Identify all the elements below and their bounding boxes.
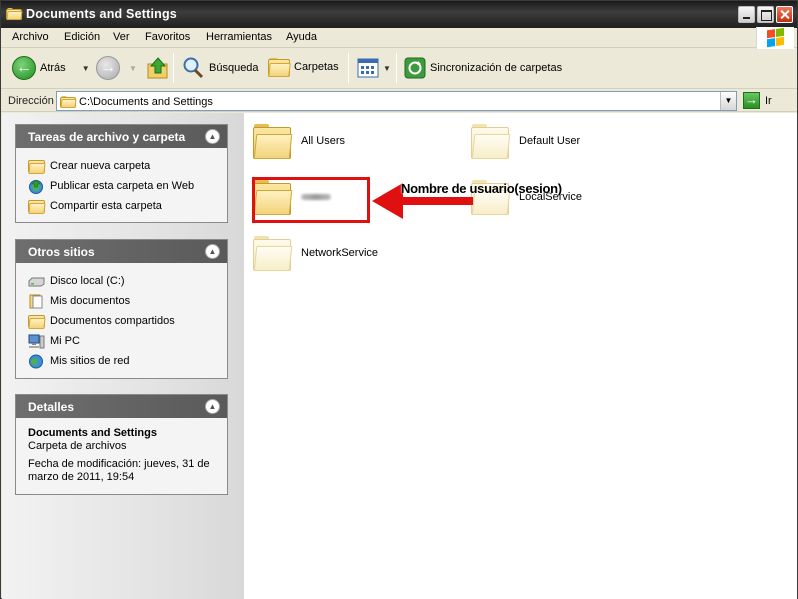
views-button[interactable]: ▼ bbox=[357, 58, 391, 78]
folder-icon bbox=[60, 95, 77, 108]
menu-edicion[interactable]: Edición bbox=[64, 31, 100, 43]
toolbar: ← Atrás ▼ → ▼ Búsqueda Carpetas ▼ Sincro… bbox=[1, 49, 797, 89]
close-button[interactable] bbox=[776, 6, 793, 23]
up-folder-button[interactable] bbox=[146, 56, 170, 80]
explorer-window: Documents and Settings Archivo Edición V… bbox=[0, 0, 798, 599]
panel-header[interactable]: Detalles ▲ bbox=[16, 395, 227, 418]
details-name: Documents and Settings bbox=[28, 427, 157, 439]
folder-icon bbox=[253, 123, 293, 159]
details-modified: Fecha de modificación: jueves, 31 de mar… bbox=[28, 458, 210, 483]
folder-icon bbox=[6, 7, 23, 20]
new-folder-icon bbox=[28, 159, 46, 174]
search-icon bbox=[183, 57, 204, 79]
views-icon bbox=[357, 58, 379, 78]
panel-header[interactable]: Otros sitios ▲ bbox=[16, 240, 227, 263]
menu-ayuda[interactable]: Ayuda bbox=[286, 31, 317, 43]
back-button[interactable]: ← Atrás ▼ bbox=[12, 56, 90, 80]
views-dropdown-icon[interactable]: ▼ bbox=[383, 64, 391, 73]
window-title: Documents and Settings bbox=[26, 7, 177, 21]
minimize-button[interactable] bbox=[738, 6, 755, 23]
search-label: Búsqueda bbox=[209, 62, 259, 74]
hard-drive-icon bbox=[28, 277, 45, 286]
shared-documents-icon bbox=[28, 314, 46, 329]
sync-icon bbox=[404, 57, 426, 79]
menu-bar: Archivo Edición Ver Favoritos Herramient… bbox=[1, 28, 797, 48]
folders-label: Carpetas bbox=[294, 61, 339, 73]
place-my-pc[interactable]: Mi PC bbox=[28, 331, 215, 351]
windows-logo-icon bbox=[756, 27, 794, 49]
place-label: Disco local (C:) bbox=[50, 275, 125, 287]
menu-ver[interactable]: Ver bbox=[113, 31, 130, 43]
chevron-up-icon[interactable]: ▲ bbox=[205, 244, 220, 259]
up-folder-icon bbox=[147, 57, 168, 79]
file-folder-tasks-panel: Tareas de archivo y carpeta ▲ Crear nuev… bbox=[15, 124, 228, 223]
details-panel: Detalles ▲ Documents and Settings Carpet… bbox=[15, 394, 228, 495]
publish-web-icon bbox=[29, 179, 43, 194]
menu-favoritos[interactable]: Favoritos bbox=[145, 31, 190, 43]
task-pane: Tareas de archivo y carpeta ▲ Crear nuev… bbox=[2, 113, 244, 599]
folder-icon bbox=[471, 123, 511, 159]
task-new-folder[interactable]: Crear nueva carpeta bbox=[28, 156, 215, 176]
sync-folders-button[interactable]: Sincronización de carpetas bbox=[404, 57, 562, 79]
place-label: Documentos compartidos bbox=[50, 315, 175, 327]
chevron-up-icon[interactable]: ▲ bbox=[205, 399, 220, 414]
menu-archivo[interactable]: Archivo bbox=[12, 31, 49, 43]
place-shared-documents[interactable]: Documentos compartidos bbox=[28, 311, 215, 331]
forward-arrow-icon: → bbox=[96, 56, 120, 80]
address-bar: Dirección C:\Documents and Settings ▼ → … bbox=[1, 90, 797, 112]
address-input[interactable]: C:\Documents and Settings ▼ bbox=[56, 91, 737, 111]
place-network[interactable]: Mis sitios de red bbox=[28, 351, 215, 371]
back-arrow-icon: ← bbox=[12, 56, 36, 80]
task-label: Compartir esta carpeta bbox=[50, 200, 162, 212]
folder-label: NetworkService bbox=[301, 247, 379, 259]
folder-icon bbox=[253, 235, 293, 271]
menu-herramientas[interactable]: Herramientas bbox=[206, 31, 272, 43]
task-label: Publicar esta carpeta en Web bbox=[50, 180, 195, 192]
folder-all-users[interactable]: All Users bbox=[253, 123, 345, 159]
folder-label: Default User bbox=[519, 135, 581, 147]
folders-icon bbox=[268, 57, 291, 77]
place-label: Mis sitios de red bbox=[50, 355, 130, 367]
details-type: Carpeta de archivos bbox=[28, 440, 127, 452]
place-my-documents[interactable]: Mis documentos bbox=[28, 291, 215, 311]
my-documents-icon bbox=[29, 294, 43, 308]
address-dropdown-icon[interactable]: ▼ bbox=[720, 92, 736, 110]
task-share-folder[interactable]: Compartir esta carpeta bbox=[28, 196, 215, 216]
place-label: Mi PC bbox=[50, 335, 80, 347]
folder-default-user[interactable]: Default User bbox=[471, 123, 580, 159]
computer-icon bbox=[28, 334, 45, 348]
panel-title: Detalles bbox=[28, 400, 75, 414]
share-folder-icon bbox=[28, 199, 46, 214]
panel-title: Tareas de archivo y carpeta bbox=[28, 130, 186, 144]
other-places-panel: Otros sitios ▲ Disco local (C:) Mis docu… bbox=[15, 239, 228, 379]
folder-network-service[interactable]: NetworkService bbox=[253, 235, 378, 271]
panel-title: Otros sitios bbox=[28, 245, 95, 259]
back-label: Atrás bbox=[40, 62, 66, 74]
go-label: Ir bbox=[765, 94, 772, 107]
go-button[interactable]: → Ir bbox=[743, 92, 772, 109]
address-label: Dirección bbox=[8, 95, 54, 107]
go-arrow-icon: → bbox=[743, 92, 760, 109]
folders-button[interactable]: Carpetas bbox=[268, 57, 339, 77]
forward-button[interactable]: → ▼ bbox=[96, 56, 137, 80]
network-globe-icon bbox=[29, 354, 43, 368]
folder-label: All Users bbox=[301, 135, 346, 147]
chevron-up-icon[interactable]: ▲ bbox=[205, 129, 220, 144]
back-dropdown-icon[interactable]: ▼ bbox=[82, 64, 90, 73]
panel-header[interactable]: Tareas de archivo y carpeta ▲ bbox=[16, 125, 227, 148]
forward-dropdown-icon[interactable]: ▼ bbox=[129, 64, 137, 73]
task-label: Crear nueva carpeta bbox=[50, 160, 151, 172]
place-label: Mis documentos bbox=[50, 295, 131, 307]
sync-label: Sincronización de carpetas bbox=[430, 62, 563, 74]
annotation-highlight-box bbox=[252, 177, 370, 223]
address-value: C:\Documents and Settings bbox=[79, 96, 213, 108]
maximize-button[interactable] bbox=[757, 6, 774, 23]
task-publish-web[interactable]: Publicar esta carpeta en Web bbox=[28, 176, 215, 196]
title-bar[interactable]: Documents and Settings bbox=[1, 1, 797, 28]
place-local-disk[interactable]: Disco local (C:) bbox=[28, 271, 215, 291]
search-button[interactable]: Búsqueda bbox=[181, 56, 259, 80]
annotation-label: Nombre de usuario(sesion) bbox=[401, 181, 562, 196]
